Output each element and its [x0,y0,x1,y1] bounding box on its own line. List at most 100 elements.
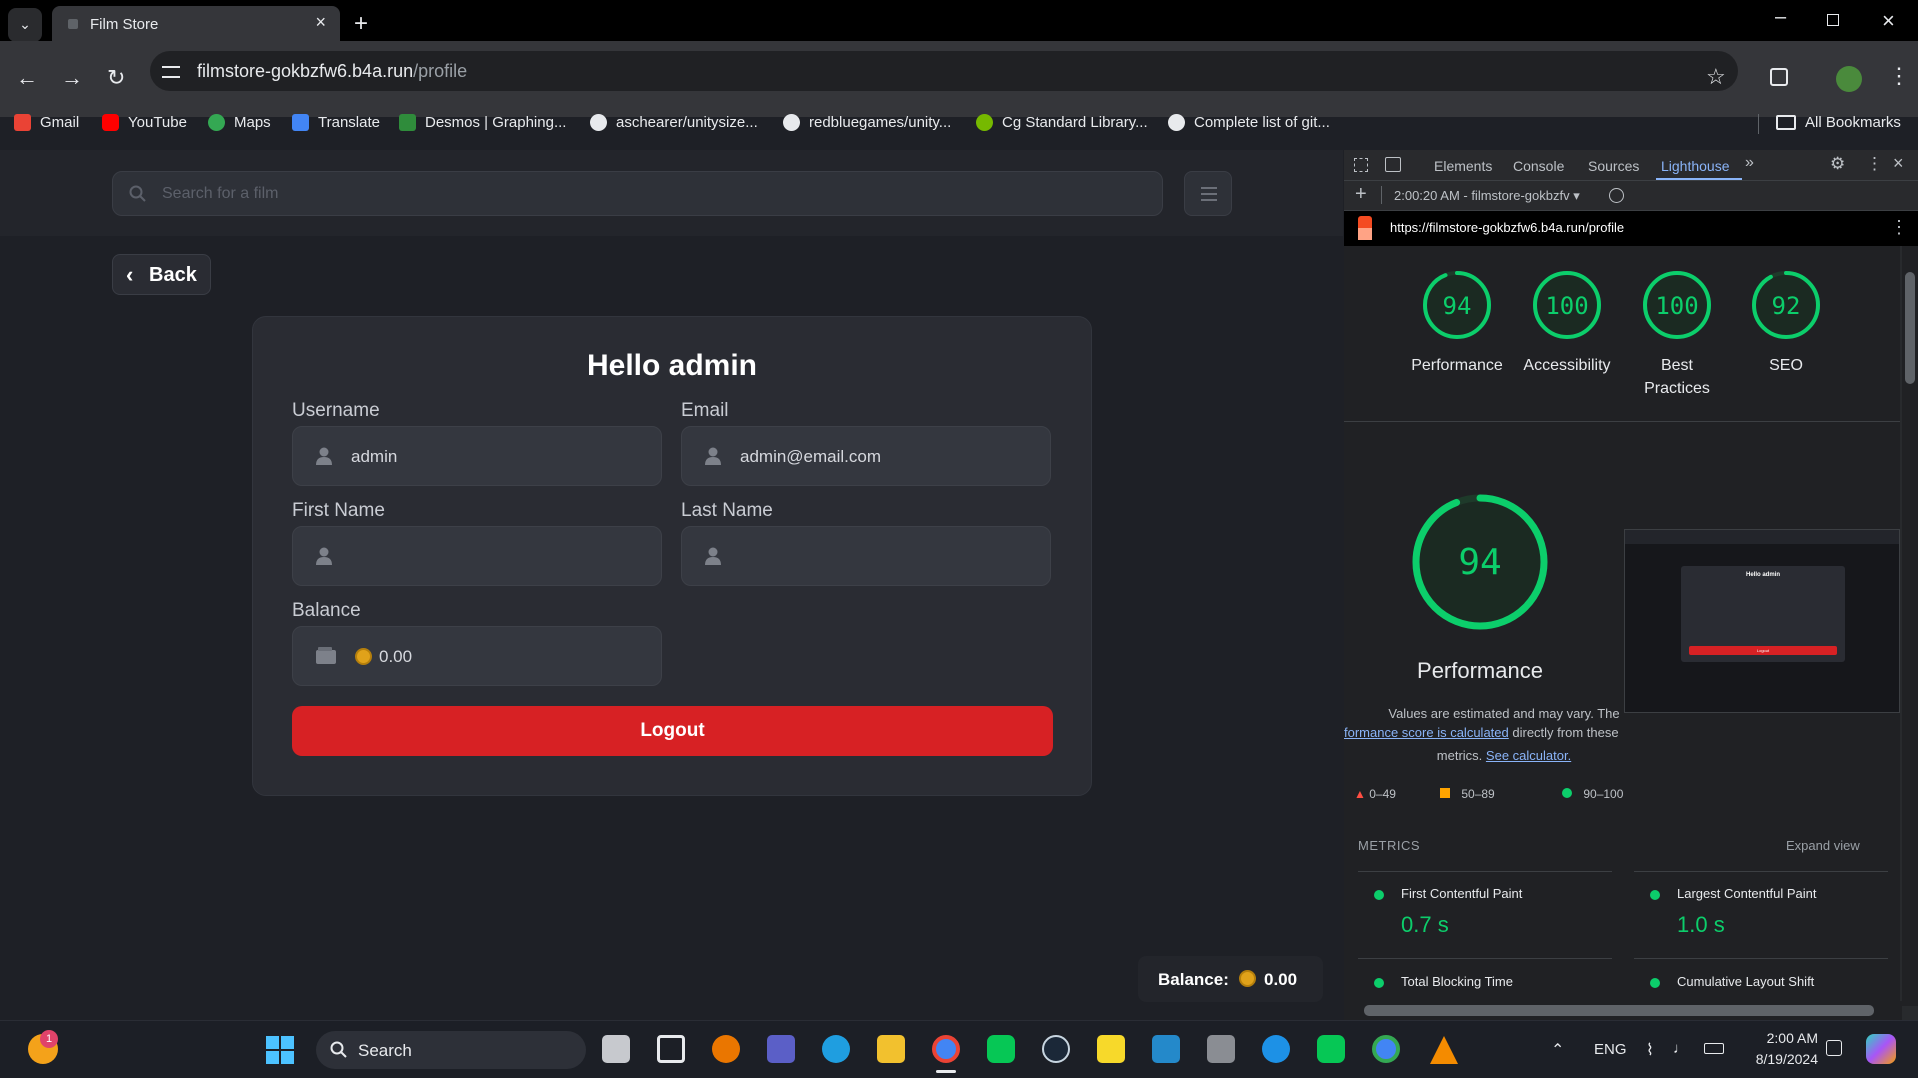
score-gauge-accessibility[interactable]: 100 Accessibility [1507,268,1627,398]
devtools-menu-icon[interactable]: ⋮ [1866,154,1883,174]
report-selector[interactable]: 2:00:20 AM - filmstore-gokbzfv ▾ [1394,188,1580,204]
tab-lighthouse[interactable]: Lighthouse [1661,158,1730,174]
score-calculated-link[interactable]: formance score is calculated [1344,725,1509,740]
score-gauge-seo[interactable]: 92 SEO [1726,268,1846,398]
scroll-thumb[interactable] [1905,272,1915,384]
clock-date[interactable]: 8/19/2024 [1738,1051,1818,1067]
score-gauge-performance[interactable]: 94 Performance [1397,268,1517,398]
report-scrollbar-vertical[interactable] [1902,246,1918,1006]
bookmark-redbluegames[interactable]: redbluegames/unity... [783,114,951,131]
expand-view-link[interactable]: Expand view [1786,838,1860,853]
more-tabs-icon[interactable]: » [1745,154,1754,172]
back-button[interactable]: ‹ Back [112,254,211,295]
line-icon[interactable] [1317,1035,1345,1063]
clock-time[interactable]: 2:00 AM [1748,1030,1818,1046]
report-scrollbar-horizontal[interactable] [1344,1001,1902,1020]
search-placeholder: Search for a film [162,185,279,202]
email-field[interactable]: admin@email.com [681,426,1051,486]
close-window-button[interactable]: × [1882,8,1895,34]
unity-icon[interactable] [657,1035,685,1063]
taskbar-search[interactable]: Search [316,1031,586,1069]
minimize-button[interactable]: – [1775,6,1786,29]
site-info-icon[interactable] [162,66,180,78]
calculator-icon[interactable] [1207,1035,1235,1063]
devtools-settings-icon[interactable]: ⚙ [1830,154,1845,174]
vscode-icon[interactable] [1152,1035,1180,1063]
legend-average-text: 50–89 [1461,787,1495,801]
profile-avatar[interactable] [1836,66,1862,92]
bookmark-unitysize[interactable]: aschearer/unitysize... [590,114,758,131]
device-toolbar-icon[interactable] [1385,157,1401,172]
blender-icon[interactable] [712,1035,740,1063]
forward-arrow-icon[interactable]: → [61,66,83,90]
bookmark-cg-library[interactable]: Cg Standard Library... [976,114,1148,131]
bookmark-desmos[interactable]: Desmos | Graphing... [399,114,566,131]
battery-icon[interactable] [1704,1043,1724,1054]
nvidia-icon [976,114,993,131]
username-label: Username [292,400,380,421]
extensions-icon[interactable] [1770,68,1788,86]
teams-icon[interactable] [767,1035,795,1063]
score-gauge-best-practices[interactable]: 100 Best Practices [1617,268,1737,398]
all-bookmarks-label: All Bookmarks [1805,114,1901,131]
chrome-icon[interactable] [1372,1035,1400,1063]
bookmark-gmail[interactable]: Gmail [14,114,79,131]
tray-chevron-up-icon[interactable]: ⌃ [1551,1040,1564,1060]
volume-icon[interactable]: ♩ [1673,1040,1688,1057]
chrome-icon[interactable] [932,1035,960,1063]
email-value: admin@email.com [740,447,882,466]
tab-console[interactable]: Console [1513,158,1564,174]
bookmark-star-icon[interactable]: ☆ [1706,64,1726,90]
copilot-icon[interactable] [1866,1034,1896,1064]
username-field[interactable]: admin [292,426,662,486]
metric-name: First Contentful Paint [1401,886,1523,901]
steam-icon[interactable] [1042,1035,1070,1063]
file-explorer-icon[interactable] [877,1035,905,1063]
wifi-icon[interactable]: ⌇ [1646,1040,1654,1060]
notifications-icon[interactable] [1826,1040,1842,1056]
metric-value: 1.0 s [1677,912,1725,937]
docker-icon[interactable] [1262,1035,1290,1063]
logout-button[interactable]: Logout [292,706,1053,756]
scroll-thumb[interactable] [1364,1005,1874,1016]
language-indicator[interactable]: ENG [1594,1041,1627,1058]
tab-search-button[interactable]: ⌄ [8,8,42,42]
inspect-element-icon[interactable] [1354,158,1368,172]
first-name-field[interactable] [292,526,662,586]
user-icon [705,447,721,465]
close-tab-icon[interactable]: × [315,12,326,33]
film-search-input[interactable]: Search for a film [112,171,1163,216]
metric-name: Cumulative Layout Shift [1677,974,1815,989]
reload-icon[interactable]: ↻ [107,66,125,90]
tab-film-store[interactable]: Film Store × [52,6,340,41]
report-url: https://filmstore-gokbzfw6.b4a.run/profi… [1390,220,1625,235]
last-name-field[interactable] [681,526,1051,586]
report-menu-icon[interactable]: ⋮ [1890,217,1908,238]
start-button[interactable] [266,1036,294,1064]
task-view-icon[interactable] [602,1035,630,1063]
clear-report-icon[interactable] [1609,188,1624,203]
score-ring: 100 [1643,271,1711,339]
tab-elements[interactable]: Elements [1434,158,1492,174]
devtools-close-icon[interactable]: × [1893,153,1904,174]
line-icon[interactable] [987,1035,1015,1063]
url-text[interactable]: filmstore-gokbzfw6.b4a.run/profile [197,61,467,82]
bookmark-maps[interactable]: Maps [208,114,271,131]
first-name-label: First Name [292,500,385,521]
vlc-icon[interactable] [1430,1036,1458,1064]
main-score-value: 94 [1458,542,1501,583]
see-calculator-link[interactable]: See calculator. [1486,748,1571,763]
new-tab-button[interactable]: + [354,10,368,38]
restore-button[interactable] [1827,14,1839,26]
back-arrow-icon[interactable]: ← [16,66,38,90]
hamburger-menu-button[interactable] [1184,171,1232,216]
edge-icon[interactable] [822,1035,850,1063]
bookmark-git-list[interactable]: Complete list of git... [1168,114,1330,131]
chrome-menu-icon[interactable]: ⋮ [1888,64,1910,88]
tab-sources[interactable]: Sources [1588,158,1639,174]
all-bookmarks[interactable]: All Bookmarks [1776,114,1901,131]
new-report-icon[interactable]: + [1355,183,1367,206]
bookmark-youtube[interactable]: YouTube [102,114,187,131]
bookmark-translate[interactable]: Translate [292,114,380,131]
sticky-notes-icon[interactable] [1097,1035,1125,1063]
